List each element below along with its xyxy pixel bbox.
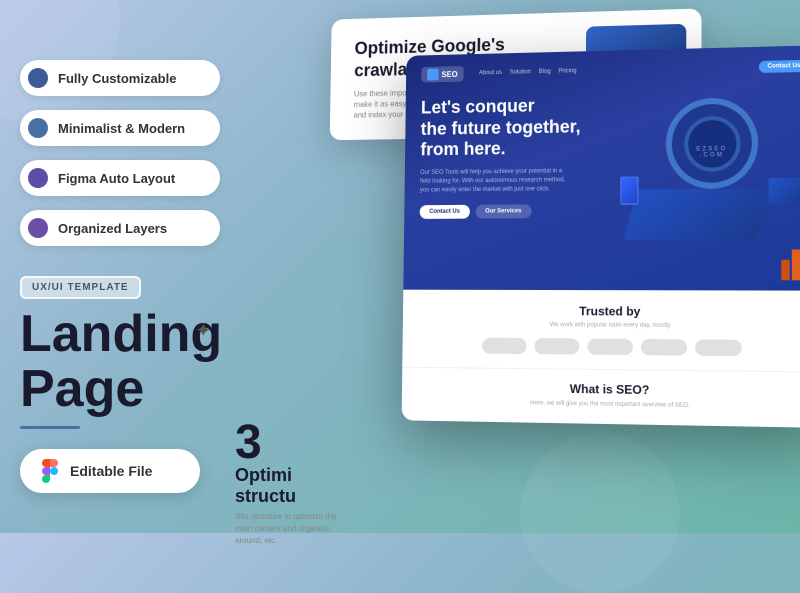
mockup-services-btn: Our Services — [475, 204, 531, 218]
trusted-logo-5 — [695, 339, 742, 356]
feature-item-customizable: Fully Customizable — [20, 60, 220, 96]
trusted-subtitle: We work with popular tools every day, mo… — [422, 321, 800, 330]
optim-label: Optimi structu — [235, 465, 355, 507]
mockup-contact-btn: Contact Us — [420, 205, 470, 219]
main-title-line2: Page — [20, 362, 240, 417]
feature-label: Organized Layers — [58, 221, 167, 236]
device-tablet — [769, 178, 800, 204]
platform-base — [623, 188, 770, 240]
feature-dot — [28, 168, 48, 188]
mockup-nav-links: About us Solution Blog Pricing — [479, 68, 577, 76]
orange-block — [781, 260, 789, 281]
figma-icon — [38, 459, 62, 483]
number-section: 3 Optimi structu Site structure to optim… — [235, 415, 355, 547]
device-mobile — [620, 176, 638, 204]
trusted-logos — [422, 337, 800, 357]
nav-link-about: About us — [479, 70, 502, 76]
optim-description: Site structure to optimize the main cont… — [235, 511, 355, 547]
trusted-logo-1 — [482, 338, 526, 354]
what-is-title: What is SEO? — [421, 380, 800, 400]
feature-item-layers: Organized Layers — [20, 210, 220, 246]
iso-platform-illustration: EZSEO.COM — [620, 86, 800, 250]
circle-display — [666, 97, 758, 189]
editable-file-label: Editable File — [70, 463, 152, 479]
feature-dot — [28, 218, 48, 238]
what-is-section: What is SEO? Here, we will give you the … — [402, 367, 800, 428]
feature-item-figma: Figma Auto Layout — [20, 160, 220, 196]
trusted-logo-4 — [640, 339, 686, 356]
nav-cta-button: Contact Us — [759, 60, 800, 73]
trusted-title: Trusted by — [422, 304, 800, 320]
mockup-nav: SEO About us Solution Blog Pricing Conta… — [421, 58, 800, 83]
feature-dot — [28, 118, 48, 138]
feature-item-minimalist: Minimalist & Modern — [20, 110, 220, 146]
sparkle-decoration: ✦ — [195, 318, 212, 343]
circle-inner — [684, 115, 740, 171]
big-number: 3 — [235, 415, 355, 470]
feature-label: Minimalist & Modern — [58, 121, 185, 136]
trusted-section: Trusted by We work with popular tools ev… — [402, 290, 800, 372]
ezseo-label: EZSEO.COM — [696, 146, 727, 159]
feature-label: Fully Customizable — [58, 71, 176, 86]
mockup-logo-text: SEO — [441, 70, 457, 79]
nav-link-blog: Blog — [539, 69, 551, 75]
what-is-text: Here, we will give you the most importan… — [421, 398, 800, 413]
mockup-logo-icon — [427, 69, 439, 81]
website-mockup: SEO About us Solution Blog Pricing Conta… — [402, 45, 800, 428]
features-list: Fully Customizable Minimalist & Modern F… — [20, 60, 240, 246]
nav-link-solution: Solution — [510, 69, 531, 75]
mockup-buttons: Contact Us Our Services — [420, 204, 597, 219]
feature-label: Figma Auto Layout — [58, 171, 175, 186]
trusted-logo-2 — [534, 338, 579, 355]
orange-block — [792, 249, 800, 280]
template-badge: UX/UI TEMPLATE — [20, 276, 141, 299]
trusted-logo-3 — [587, 338, 633, 355]
feature-dot — [28, 68, 48, 88]
orange-blocks-group — [781, 249, 800, 280]
title-underline — [20, 426, 80, 429]
editable-file-badge[interactable]: Editable File — [20, 449, 200, 493]
mockup-subtext: Our SEO Tools will help you achieve your… — [420, 167, 567, 195]
mockup-hero: SEO About us Solution Blog Pricing Conta… — [403, 45, 800, 291]
mockup-headline: Let's conquer the future together, from … — [420, 94, 596, 161]
mockup-logo: SEO — [421, 66, 463, 83]
nav-link-pricing: Pricing — [558, 68, 576, 74]
